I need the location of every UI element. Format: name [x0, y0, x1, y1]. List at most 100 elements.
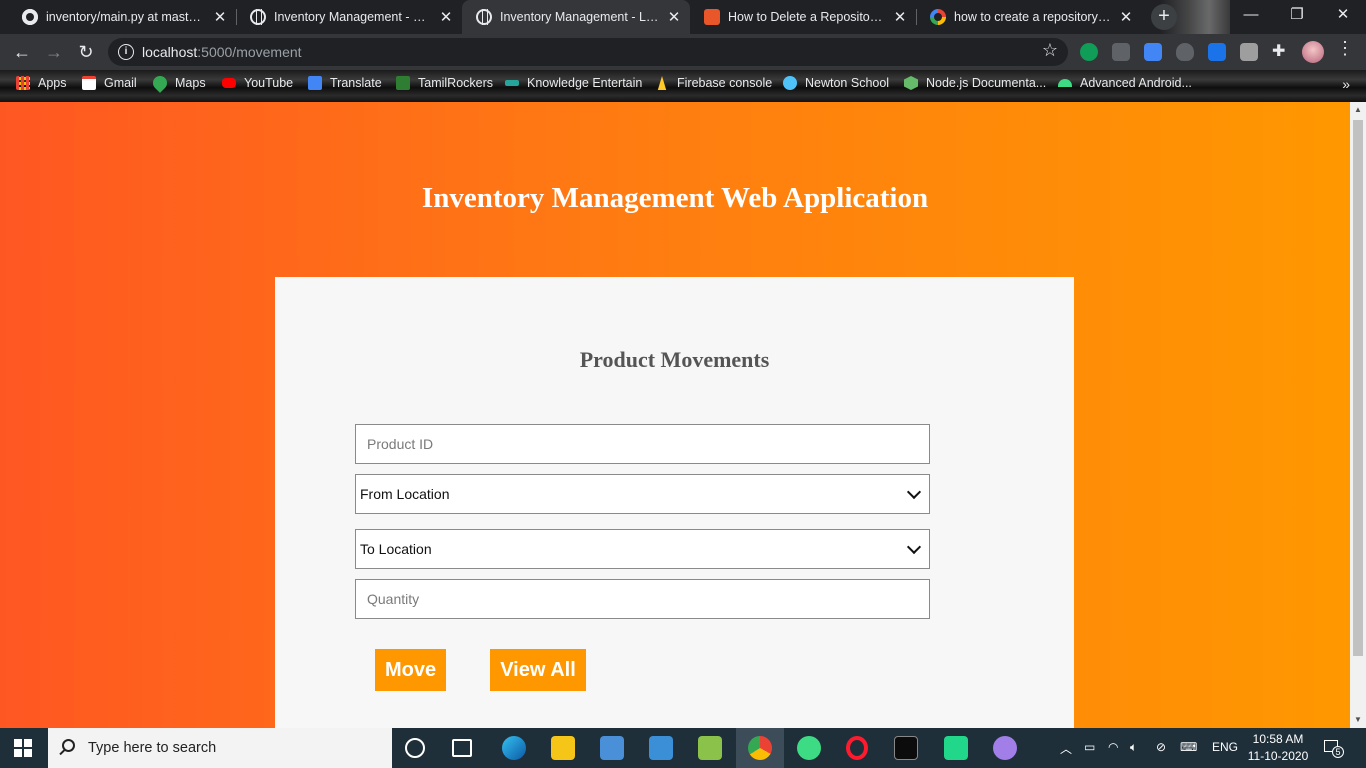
notification-center-button[interactable]: 5 [1322, 738, 1344, 758]
close-icon[interactable]: ✕ [1118, 8, 1134, 26]
to-location-value: To Location [360, 541, 432, 557]
profile-avatar[interactable] [1302, 41, 1324, 63]
view-all-button[interactable]: View All [490, 649, 586, 691]
close-icon[interactable]: ✕ [438, 8, 454, 26]
tab-title: Inventory Management - Login [274, 10, 432, 24]
extension-download-icon[interactable] [1112, 43, 1130, 61]
menu-kebab-icon[interactable]: ⋮ [1336, 38, 1354, 59]
bookmark-tamilrockers[interactable]: TamilRockers [396, 76, 493, 90]
bookmark-gmail[interactable]: Gmail [82, 76, 137, 90]
close-icon[interactable]: ✕ [666, 8, 682, 26]
close-icon[interactable]: ✕ [212, 8, 228, 26]
page-viewport: Inventory Management Web Application Pro… [0, 102, 1350, 728]
taskbar-search-placeholder: Type here to search [88, 740, 217, 756]
extension-green-icon[interactable] [1080, 43, 1098, 61]
tray-overflow-icon[interactable]: ︿ [1060, 740, 1072, 757]
translate-icon [308, 76, 322, 90]
movement-form-card: Product Movements From Location To Locat… [275, 277, 1074, 728]
store-icon[interactable] [600, 736, 624, 760]
bookmark-knowledge[interactable]: Knowledge Entertain [505, 76, 642, 90]
site-info-icon[interactable]: i [118, 44, 134, 60]
gear-icon [704, 9, 720, 25]
extension-cast-icon[interactable] [1208, 43, 1226, 61]
keyboard-icon[interactable]: ⌨︎ [1180, 740, 1197, 754]
chrome-taskbar-active[interactable] [736, 728, 784, 768]
close-window-button[interactable]: ✕ [1320, 0, 1366, 30]
opera-icon[interactable] [846, 736, 868, 760]
bookmark-label: Advanced Android... [1080, 76, 1192, 90]
browser-tab-5[interactable]: how to create a repository in g ✕ [916, 0, 1142, 34]
extension-translate-icon[interactable] [1144, 43, 1162, 61]
new-tab-button[interactable]: + [1151, 4, 1177, 30]
extension-reader-icon[interactable] [1240, 43, 1258, 61]
bookmark-youtube[interactable]: YouTube [222, 76, 293, 90]
knowledge-icon [505, 80, 519, 86]
scroll-up-icon[interactable]: ▲ [1350, 102, 1366, 118]
network-off-icon[interactable]: ⊘ [1156, 740, 1166, 754]
pycharm-icon[interactable] [944, 736, 968, 760]
move-button[interactable]: Move [375, 649, 446, 691]
edge-icon[interactable] [502, 736, 526, 760]
bookmark-maps[interactable]: Maps [150, 73, 206, 93]
bookmark-label: Translate [330, 76, 382, 90]
browser-tab-3-active[interactable]: Inventory Management - Login ✕ [462, 0, 690, 34]
bookmarks-overflow-button[interactable]: » [1342, 76, 1350, 92]
restore-button[interactable]: ❐ [1274, 0, 1320, 30]
quantity-input[interactable] [355, 579, 930, 619]
from-location-select[interactable]: From Location [355, 474, 930, 514]
android-studio-icon[interactable] [797, 736, 821, 760]
page-title: Inventory Management Web Application [421, 182, 929, 214]
to-location-select[interactable]: To Location [355, 529, 930, 569]
scrollbar-thumb[interactable] [1353, 120, 1363, 656]
browser-tab-2[interactable]: Inventory Management - Login ✕ [236, 0, 462, 34]
chevron-down-icon [906, 539, 922, 554]
globe-icon [250, 9, 266, 25]
google-icon [930, 9, 946, 25]
bookmark-label: Maps [175, 76, 206, 90]
product-id-input[interactable] [355, 424, 930, 464]
extension-shield-icon[interactable] [1176, 43, 1194, 61]
minimize-button[interactable]: — [1228, 0, 1274, 30]
scroll-down-icon[interactable]: ▼ [1350, 712, 1366, 728]
bookmark-label: Node.js Documenta... [926, 76, 1047, 90]
tamilrockers-icon [396, 76, 410, 90]
bookmark-star-icon[interactable]: ☆ [1042, 40, 1058, 61]
task-view-icon[interactable] [452, 739, 472, 757]
system-clock[interactable]: 10:58 AM 11-10-2020 [1246, 731, 1310, 765]
wifi-icon[interactable]: ◠ [1108, 740, 1118, 754]
bookmark-firebase[interactable]: Firebase console [655, 76, 772, 90]
close-icon[interactable]: ✕ [892, 8, 908, 26]
reload-icon[interactable]: ↻ [72, 38, 100, 66]
address-url: localhost:5000/movement [142, 44, 302, 60]
browser-tab-1[interactable]: inventory/main.py at master · N ✕ [8, 0, 236, 34]
extensions-puzzle-icon[interactable]: ✚ [1272, 41, 1290, 60]
language-indicator[interactable]: ENG [1212, 740, 1238, 754]
windows-start-icon[interactable] [14, 739, 32, 757]
back-arrow-icon[interactable]: ← [8, 38, 36, 66]
bookmark-nodejs[interactable]: Node.js Documenta... [904, 76, 1046, 90]
volume-icon[interactable]: 🔈︎ [1130, 740, 1137, 755]
bookmark-apps[interactable]: Apps [16, 76, 67, 90]
address-bar[interactable]: i localhost:5000/movement ☆ [108, 38, 1068, 66]
taskbar-search-box[interactable]: Type here to search [48, 728, 392, 768]
search-icon [62, 739, 75, 752]
url-path: :5000/movement [197, 44, 302, 60]
browser-tab-4[interactable]: How to Delete a Repository in ✕ [690, 0, 916, 34]
github-desktop-icon[interactable] [993, 736, 1017, 760]
card-title: Product Movements [579, 347, 770, 372]
terminal-icon[interactable] [894, 736, 918, 760]
battery-icon[interactable]: ▭ [1084, 740, 1095, 754]
bookmark-translate[interactable]: Translate [308, 76, 382, 90]
bookmark-newton[interactable]: Newton School [783, 76, 889, 90]
mail-icon[interactable] [649, 736, 673, 760]
bookmark-android[interactable]: Advanced Android... [1058, 76, 1192, 90]
android-icon [1058, 79, 1072, 87]
cortana-icon[interactable] [405, 738, 425, 758]
file-explorer-icon[interactable] [551, 736, 575, 760]
forward-arrow-icon[interactable]: → [40, 38, 68, 66]
bookmarks-bar: Apps Gmail Maps YouTube Translate TamilR… [0, 70, 1366, 102]
page-scrollbar[interactable]: ▲ ▼ [1350, 102, 1366, 728]
firebase-icon [657, 76, 667, 90]
bookmark-label: YouTube [244, 76, 294, 90]
sticky-app-icon[interactable] [698, 736, 722, 760]
